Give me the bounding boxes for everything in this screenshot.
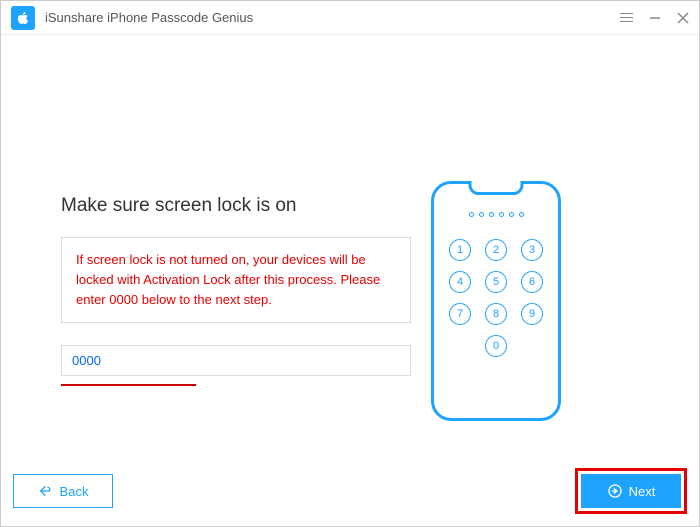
left-pane: Make sure screen lock is on If screen lo… (61, 75, 431, 466)
keypad-3: 3 (521, 239, 543, 261)
titlebar: iSunshare iPhone Passcode Genius (1, 1, 699, 35)
confirm-code-input[interactable] (61, 345, 411, 376)
keypad-5: 5 (485, 271, 507, 293)
right-pane: 1 2 3 4 5 6 7 8 9 0 (431, 75, 561, 466)
content-area: Make sure screen lock is on If screen lo… (1, 35, 699, 526)
passcode-dots (469, 212, 524, 217)
app-window: iSunshare iPhone Passcode Genius Make su… (0, 0, 700, 527)
warning-text: If screen lock is not turned on, your de… (76, 250, 396, 310)
back-button[interactable]: Back (13, 474, 113, 508)
keypad-6: 6 (521, 271, 543, 293)
underline-highlight (61, 384, 196, 386)
keypad: 1 2 3 4 5 6 7 8 9 0 (449, 239, 543, 357)
keypad-9: 9 (521, 303, 543, 325)
phone-illustration: 1 2 3 4 5 6 7 8 9 0 (431, 181, 561, 421)
keypad-2: 2 (485, 239, 507, 261)
footer: Back Next (1, 468, 699, 514)
close-icon[interactable] (677, 12, 689, 24)
window-controls (620, 12, 689, 24)
page-heading: Make sure screen lock is on (61, 195, 411, 217)
next-button-label: Next (629, 484, 656, 499)
next-button[interactable]: Next (581, 474, 681, 508)
minimize-icon[interactable] (649, 12, 661, 24)
warning-box: If screen lock is not turned on, your de… (61, 237, 411, 323)
next-button-highlight: Next (575, 468, 687, 514)
input-wrapper (61, 345, 411, 386)
next-arrow-icon (607, 483, 623, 499)
back-arrow-icon (38, 483, 54, 499)
keypad-7: 7 (449, 303, 471, 325)
app-title: iSunshare iPhone Passcode Genius (45, 10, 253, 25)
menu-icon[interactable] (620, 13, 633, 23)
keypad-4: 4 (449, 271, 471, 293)
phone-notch (469, 181, 524, 195)
back-button-label: Back (60, 484, 89, 499)
keypad-1: 1 (449, 239, 471, 261)
keypad-8: 8 (485, 303, 507, 325)
app-logo-icon (11, 6, 35, 30)
keypad-0: 0 (485, 335, 507, 357)
